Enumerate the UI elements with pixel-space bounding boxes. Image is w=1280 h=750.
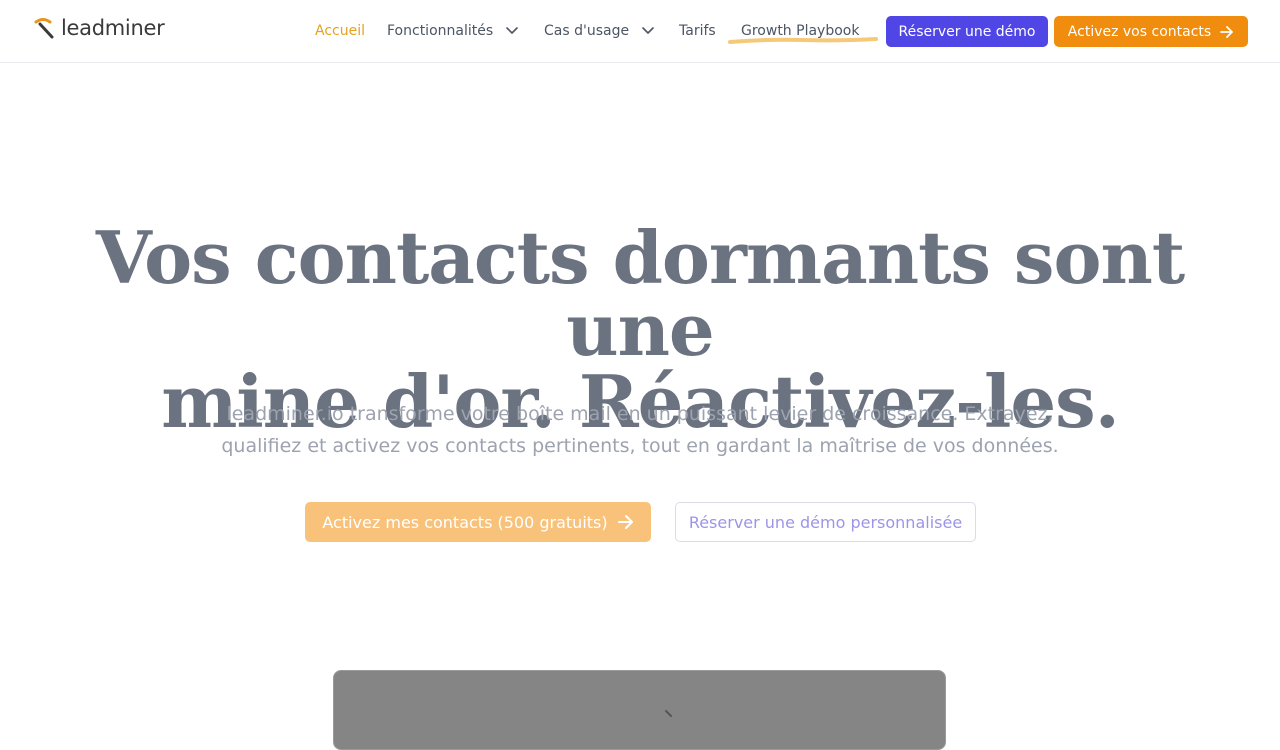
book-personalized-demo-button[interactable]: Réserver une démo personnalisée bbox=[675, 502, 976, 542]
pickaxe-icon bbox=[34, 18, 54, 39]
nav-link-home[interactable]: Accueil bbox=[315, 21, 365, 41]
play-icon bbox=[665, 710, 672, 717]
hero-title-line1: Vos contacts dormants sont une bbox=[95, 215, 1185, 372]
nav-dropdown-use-cases[interactable]: Cas d'usage bbox=[544, 21, 654, 41]
chevron-down-icon bbox=[641, 27, 654, 34]
activate-contacts-button[interactable]: Activez vos contacts bbox=[1054, 16, 1248, 47]
nav-link-pricing[interactable]: Tarifs bbox=[679, 21, 716, 41]
hero-subtitle-line2: qualifiez et activez vos contacts pertin… bbox=[221, 435, 1059, 457]
activate-contacts-cta-label: Activez mes contacts (500 gratuits) bbox=[322, 512, 608, 532]
arrow-right-icon bbox=[617, 515, 633, 529]
activate-contacts-cta[interactable]: Activez mes contacts (500 gratuits) bbox=[305, 502, 651, 542]
hero-subtitle: leadminer.io transforme votre boîte mail… bbox=[190, 398, 1090, 462]
hero-subtitle-line1: leadminer.io transforme votre boîte mail… bbox=[226, 403, 1054, 425]
chevron-down-icon bbox=[505, 27, 518, 34]
book-demo-button[interactable]: Réserver une démo bbox=[886, 16, 1048, 47]
nav-label-use-cases: Cas d'usage bbox=[544, 23, 630, 39]
nav-label-features: Fonctionnalités bbox=[387, 23, 494, 39]
logo[interactable]: leadminer bbox=[33, 16, 165, 40]
nav-dropdown-features[interactable]: Fonctionnalités bbox=[387, 21, 518, 41]
highlight-underline bbox=[728, 37, 878, 44]
activate-contacts-label: Activez vos contacts bbox=[1067, 23, 1212, 40]
logo-text: leadminer bbox=[61, 16, 165, 40]
video-preview[interactable] bbox=[333, 670, 946, 750]
site-header: leadminer Accueil Fonctionnalités Cas d'… bbox=[0, 0, 1280, 63]
arrow-right-icon bbox=[1220, 25, 1234, 38]
